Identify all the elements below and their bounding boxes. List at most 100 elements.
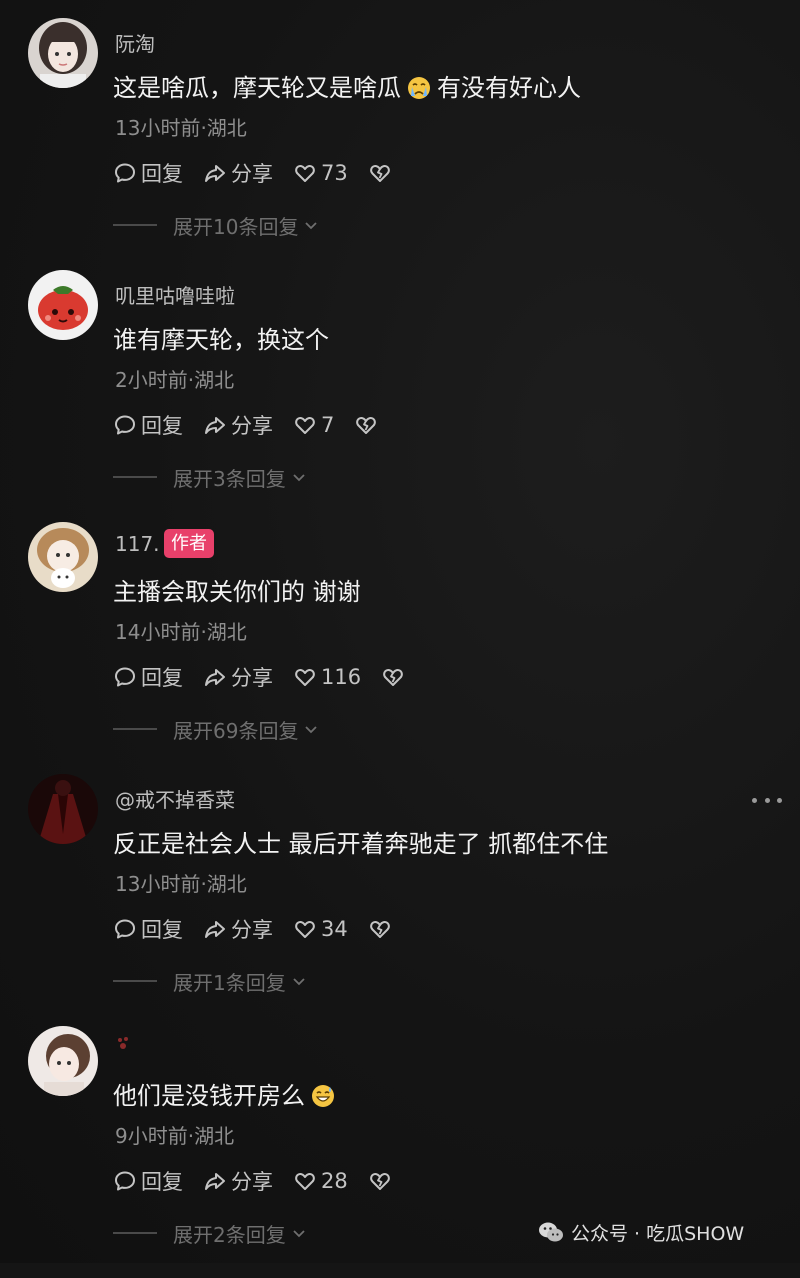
like-button[interactable]: 34 [293, 917, 348, 941]
reply-button[interactable]: 回复 [113, 410, 183, 440]
share-arrow-icon [205, 417, 225, 434]
dislike-button[interactable] [368, 1169, 392, 1193]
speech-bubble-icon [115, 1171, 135, 1191]
speech-bubble-icon [115, 163, 135, 183]
like-count: 28 [321, 1169, 348, 1193]
expand-replies-label: 展开3条回复 [173, 466, 286, 491]
reply-button[interactable]: 回复 [113, 158, 183, 188]
heart-outline-icon [295, 921, 315, 938]
reply-label: 回复 [141, 1170, 183, 1194]
crying-face-icon [407, 76, 431, 100]
username[interactable]: 阮淘 [115, 28, 155, 57]
speech-bubble-icon [115, 667, 135, 687]
grinning-sweat-face-icon [311, 1084, 335, 1108]
avatar[interactable] [28, 522, 98, 592]
reply-button[interactable]: 回复 [113, 914, 183, 944]
share-button[interactable]: 分享 [203, 914, 273, 944]
dislike-button[interactable] [368, 161, 392, 185]
broken-heart-icon [383, 669, 403, 686]
like-button[interactable]: 116 [293, 665, 361, 689]
broken-heart-icon [369, 1173, 390, 1190]
like-count: 7 [321, 413, 335, 437]
like-button[interactable]: 73 [293, 161, 348, 185]
comment-text: 他们是没钱开房么 [113, 1076, 341, 1111]
expand-replies[interactable]: 展开1条回复 [113, 968, 308, 995]
broken-heart-icon [369, 165, 390, 182]
watermark: 公众号 · 吃瓜SHOW [537, 1218, 744, 1246]
share-button[interactable]: 分享 [203, 410, 273, 440]
chevron-down-icon [305, 222, 318, 230]
dislike-button[interactable] [368, 917, 392, 941]
reply-label: 回复 [141, 918, 183, 942]
comment-item: @戒不掉香菜 反正是社会人士 最后开着奔驰走了 抓都住不住 13小时前·湖北 回… [0, 774, 800, 1026]
username[interactable]: 117. [115, 532, 160, 556]
paw-print-icon [118, 1037, 128, 1049]
comment-item: 117. 作者 主播会取关你们的 谢谢 14小时前·湖北 回复 分享 116 展… [0, 522, 800, 774]
speech-bubble-icon [115, 919, 135, 939]
avatar[interactable] [28, 774, 98, 844]
expand-replies-label: 展开1条回复 [173, 970, 286, 995]
divider [113, 728, 157, 730]
comment-text: 谁有摩天轮，换这个 [113, 326, 329, 354]
comment-meta: 14小时前·湖北 [115, 620, 247, 644]
chevron-down-icon [293, 474, 305, 482]
expand-replies[interactable]: 展开10条回复 [113, 212, 320, 239]
wechat-logo-icon [539, 1222, 563, 1242]
author-badge: 作者 [164, 529, 214, 558]
expand-replies-label: 展开69条回复 [173, 718, 299, 743]
reply-label: 回复 [141, 162, 183, 186]
more-options-button[interactable] [752, 788, 782, 812]
avatar[interactable] [28, 18, 98, 88]
like-count: 116 [321, 665, 362, 689]
share-button[interactable]: 分享 [203, 662, 273, 692]
share-label: 分享 [231, 1170, 273, 1194]
divider [113, 980, 157, 982]
expand-replies-label: 展开10条回复 [173, 214, 299, 239]
chevron-down-icon [293, 1230, 305, 1238]
avatar[interactable] [28, 1026, 98, 1096]
share-button[interactable]: 分享 [203, 158, 273, 188]
chevron-down-icon [305, 726, 318, 734]
share-label: 分享 [231, 414, 273, 438]
share-arrow-icon [205, 165, 225, 182]
like-button[interactable]: 28 [293, 1169, 348, 1193]
reply-label: 回复 [141, 666, 183, 690]
username[interactable]: 叽里咕噜哇啦 [115, 280, 235, 309]
username[interactable]: @戒不掉香菜 [115, 784, 235, 813]
comment-text: 反正是社会人士 最后开着奔驰走了 抓都住不住 [113, 830, 609, 858]
share-arrow-icon [205, 1173, 225, 1190]
expand-replies[interactable]: 展开2条回复 [113, 1220, 308, 1247]
expand-replies[interactable]: 展开3条回复 [113, 464, 308, 491]
comment-actions: 回复 分享 73 [113, 158, 412, 188]
comment-list: 阮淘 这是啥瓜，摩天轮又是啥瓜 有没有好心人 13小时前·湖北 回复 分享 73 … [0, 0, 800, 1263]
avatar[interactable] [28, 270, 98, 340]
dislike-button[interactable] [381, 665, 405, 689]
comment-item: 叽里咕噜哇啦 谁有摩天轮，换这个 2小时前·湖北 回复 分享 7 展开3条回复 [0, 270, 800, 522]
comment-actions: 回复 分享 34 [113, 914, 412, 944]
comment-item: 阮淘 这是啥瓜，摩天轮又是啥瓜 有没有好心人 13小时前·湖北 回复 分享 73 … [0, 18, 800, 270]
heart-outline-icon [295, 165, 315, 182]
dislike-button[interactable] [354, 413, 378, 437]
comment-meta: 2小时前·湖北 [115, 368, 235, 392]
share-arrow-icon [205, 669, 225, 686]
heart-outline-icon [295, 1173, 315, 1190]
reply-button[interactable]: 回复 [113, 1166, 183, 1196]
like-button[interactable]: 7 [293, 413, 334, 437]
comment-actions: 回复 分享 116 [113, 662, 425, 692]
username-decoration [115, 1032, 135, 1056]
comment-actions: 回复 分享 28 [113, 1166, 412, 1196]
heart-outline-icon [295, 417, 315, 434]
reply-button[interactable]: 回复 [113, 662, 183, 692]
divider [113, 224, 157, 226]
divider [113, 1232, 157, 1234]
share-arrow-icon [205, 921, 225, 938]
comment-text: 主播会取关你们的 谢谢 [113, 578, 361, 606]
expand-replies[interactable]: 展开69条回复 [113, 716, 320, 743]
share-label: 分享 [231, 666, 273, 690]
comment-actions: 回复 分享 7 [113, 410, 398, 440]
like-count: 73 [321, 161, 348, 185]
comment-text: 这是啥瓜，摩天轮又是啥瓜 有没有好心人 [113, 74, 581, 102]
reply-label: 回复 [141, 414, 183, 438]
comment-meta: 9小时前·湖北 [115, 1124, 235, 1148]
share-button[interactable]: 分享 [203, 1166, 273, 1196]
